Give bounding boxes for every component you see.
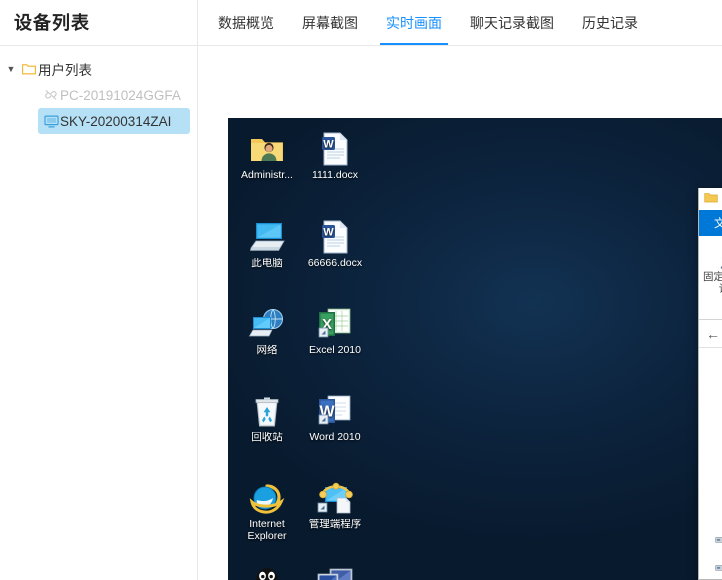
nav-item-laomaotao-usb-h[interactable]: 老毛桃U盘 (H:) [699,480,722,502]
chevron-down-icon[interactable]: ▼ [2,64,20,74]
explorer-body: 音乐 桌面 系统 (C:) [699,348,722,579]
pin-label: 固定到“快速访问” [703,271,722,294]
page-title: 设备列表 [0,0,197,46]
nav-item-efi-i-child[interactable]: EFI (I:) [699,502,722,524]
desktop-icon-label: 66666.docx [307,258,363,269]
nav-item-system-c[interactable]: 系统 (C:) [699,392,722,414]
device-list-panel: 设备列表 ▼ 用户列表 PC-20191024GGFA SKY-20200314… [0,0,198,580]
desktop-icon-label: Administr... [241,170,293,181]
folder-icon [20,63,38,75]
this-pc-icon [234,216,300,258]
svg-text:W: W [323,139,334,151]
excel-icon: X [302,303,368,345]
nav-item-efi-i-root[interactable]: EFI (I:) [699,530,722,552]
tree-item-label: 用户列表 [38,63,92,78]
device-tree: ▼ 用户列表 PC-20191024GGFA SKY-20200314ZAI [0,46,197,134]
tab-bar: 数据概览 屏幕截图 实时画面 聊天记录截图 历史记录 [198,0,722,46]
address-bar: ← → ⌄ ↑ ❯ 老毛桃U盘 (H:) ❯ 客 [699,320,722,348]
remote-desktop-icon [302,560,368,580]
folder-icon[interactable] [704,191,718,209]
navigation-pane[interactable]: 音乐 桌面 系统 (C:) [699,348,722,579]
user-folder-icon [234,128,300,170]
tab-screenshot[interactable]: 屏幕截图 [288,0,372,45]
pin-icon [703,242,722,272]
quick-access-toolbar: 应用程 [699,188,722,212]
desktop-icon-1111-docx[interactable]: W 1111.docx [302,128,368,182]
drive-icon [715,535,722,547]
desktop-icon-label: 此电脑 [251,258,283,269]
tab-history[interactable]: 历史记录 [568,0,652,45]
desktop-icon-label: 管理端程序 [308,519,362,530]
word-doc-icon: W [302,216,368,258]
desktop-icon-label: 回收站 [251,432,283,443]
word-app-icon: W [302,390,368,432]
svg-text:W: W [323,227,334,239]
desktop-icon-label: Excel 2010 [309,345,361,356]
desktop-icon-66666-docx[interactable]: W 66666.docx [302,216,368,270]
desktop-icon-label: 网络 [256,345,278,356]
recycle-bin-icon [234,390,300,432]
nav-item-local-disk-e[interactable]: 本地磁盘 (E:) [699,436,722,458]
desktop-icon-admin-program[interactable]: 管理端程序 [302,477,368,531]
desktop-icon-network[interactable]: 网络 [234,303,300,357]
desktop-icon-label: 1111.docx [311,170,359,181]
desktop-icon-excel-2010[interactable]: X Excel 2010 [302,303,368,357]
app-root: 设备列表 ▼ 用户列表 PC-20191024GGFA SKY-20200314… [0,0,722,580]
word-doc-icon: W [302,128,368,170]
main-content: 数据概览 屏幕截图 实时画面 聊天记录截图 历史记录 Administr... … [198,0,722,580]
tab-data-overview[interactable]: 数据概览 [204,0,288,45]
desktop-icon-remote-desktop[interactable] [302,560,368,580]
nav-item-local-disk-f[interactable]: 本地磁盘 (F:) [699,458,722,480]
network-icon [234,303,300,345]
desktop-icon-administrator[interactable]: Administr... [234,128,300,182]
qq-penguin-icon [234,560,300,580]
desktop-icon-this-pc[interactable]: 此电脑 [234,216,300,270]
tab-chat-log-screenshot[interactable]: 聊天记录截图 [456,0,568,45]
nav-item-music[interactable]: 音乐 [699,348,722,370]
desktop-icon-internet-explorer[interactable]: Internet Explorer [234,477,300,542]
tree-item-user-list[interactable]: ▼ 用户列表 [0,56,197,82]
desktop-icon-label: Word 2010 [309,432,361,443]
tab-live-screen[interactable]: 实时画面 [372,0,456,45]
remote-admin-icon [302,477,368,519]
desktop-icon-word-2010[interactable]: W Word 2010 [302,390,368,444]
ribbon-home-panel: 固定到“快速访问” 复制 [699,236,722,320]
nav-item-desktop[interactable]: 桌面 [699,370,722,392]
monitor-icon [42,115,60,128]
drive-icon [715,563,722,575]
desktop-icon-qq[interactable] [234,560,300,580]
tree-item-pc-20191024ggfa[interactable]: PC-20191024GGFA [0,82,197,108]
offline-link-icon [42,89,60,101]
file-explorer-window[interactable]: 应用程 文件 主页 共享 查看 管 [698,188,722,580]
pin-to-quick-access-button[interactable]: 固定到“快速访问” [703,242,722,295]
internet-explorer-icon [234,477,300,519]
live-screen-viewport[interactable]: Administr... W 1111.docx 此电脑 W 66666.doc… [228,118,722,580]
desktop-icon-recycle-bin[interactable]: 回收站 [234,390,300,444]
nav-item-local-disk-d[interactable]: 本地磁盘 (D:) [699,414,722,436]
tree-item-label: PC-20191024GGFA [60,87,181,103]
desktop-icon-label: Internet Explorer [247,519,287,542]
ribbon-tab-file[interactable]: 文件 [699,210,722,236]
ribbon-tab-bar: 文件 主页 共享 查看 管 [699,210,722,236]
tree-item-sky-20200314zai[interactable]: SKY-20200314ZAI [38,108,190,134]
back-button[interactable]: ← [703,324,722,344]
nav-item-laomaotao-usb-h-root[interactable]: 老毛桃U盘 (H:) [699,558,722,579]
tree-item-label: SKY-20200314ZAI [60,113,172,129]
